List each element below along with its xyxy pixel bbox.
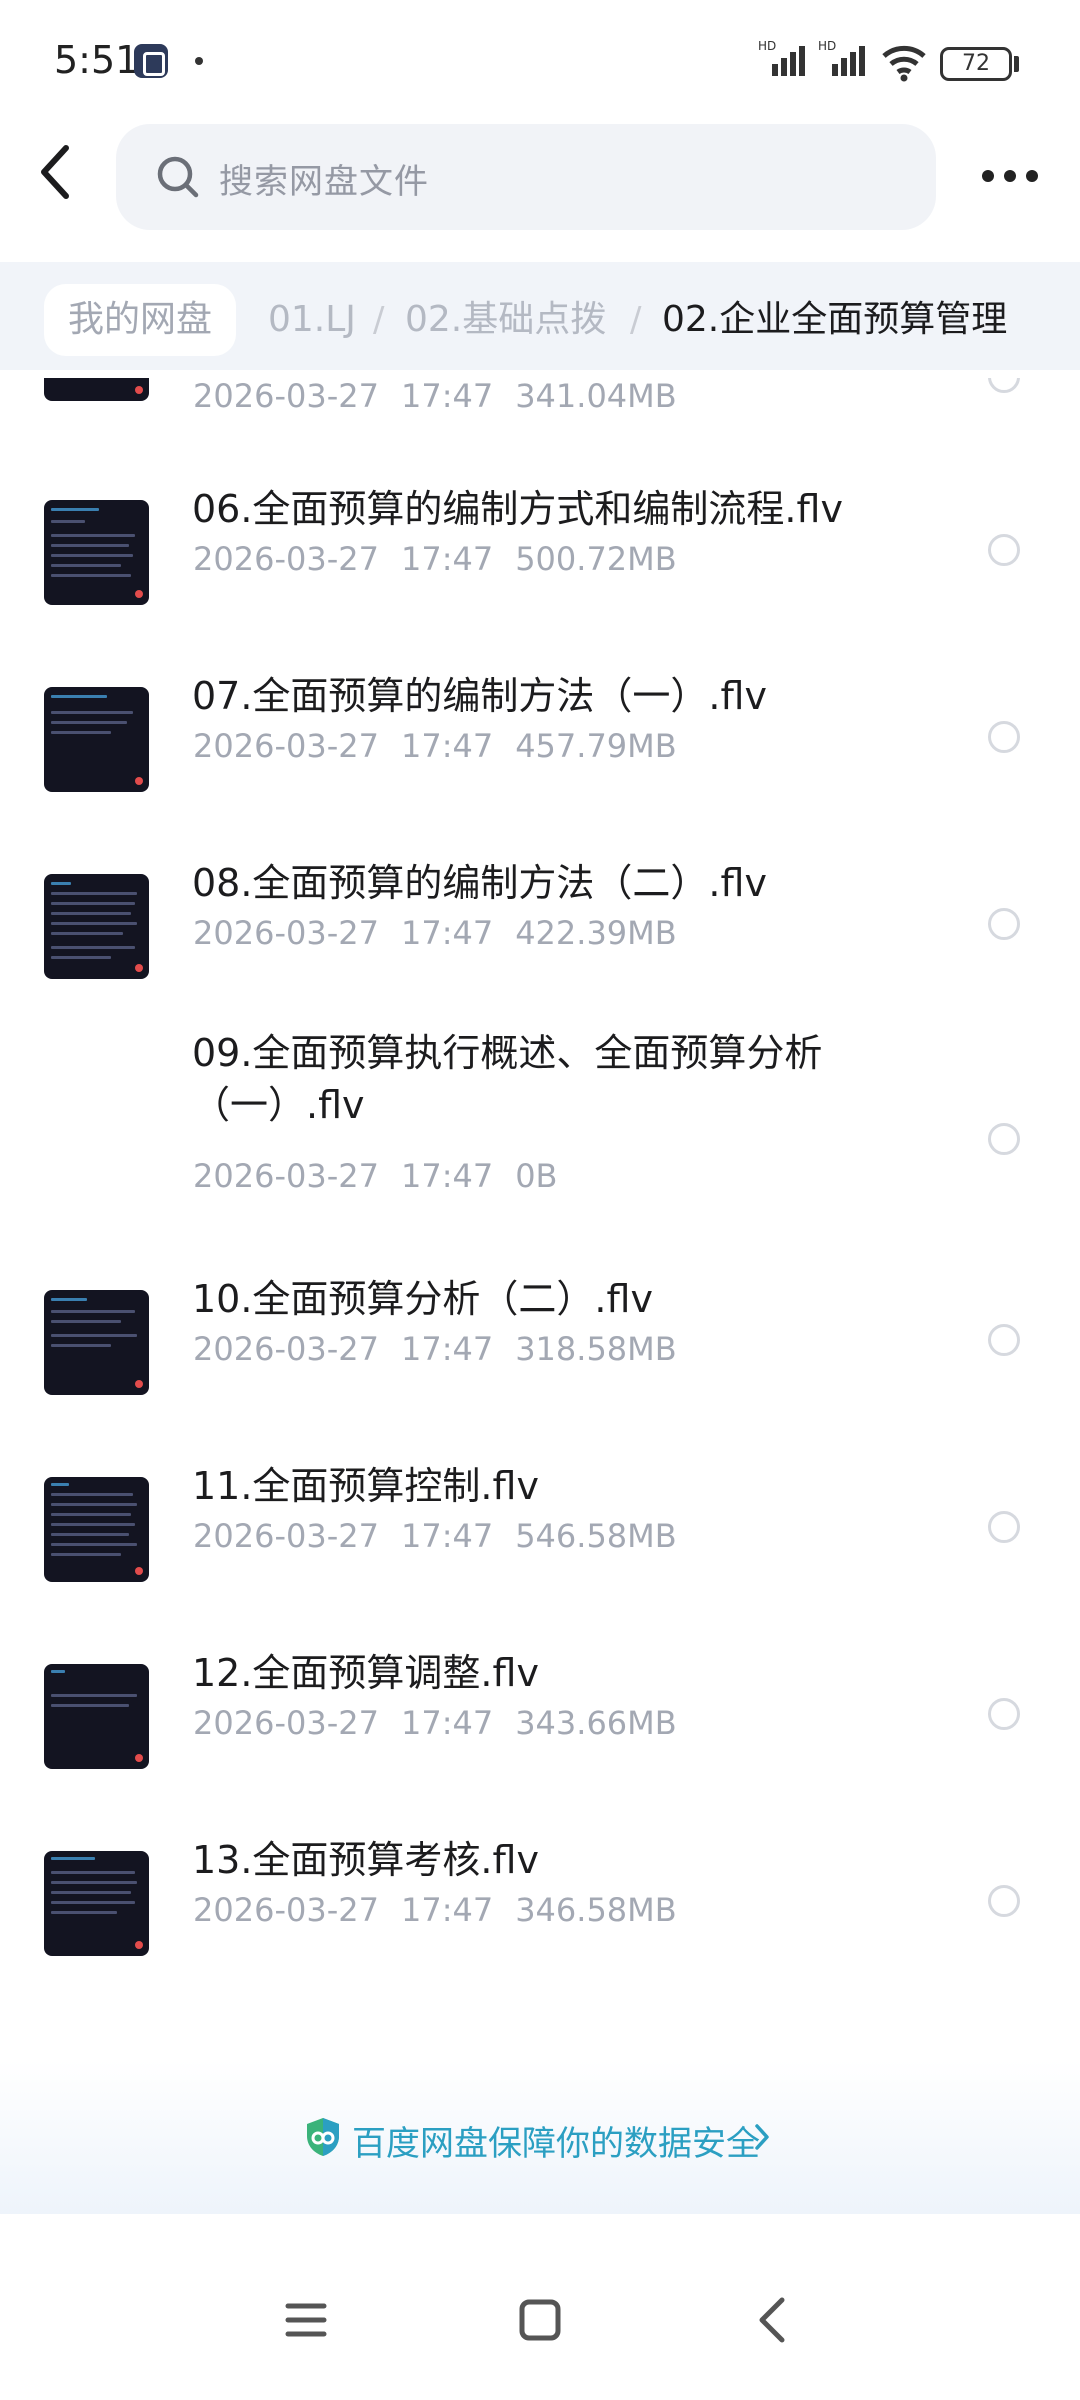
select-radio[interactable] [988,534,1020,566]
video-thumbnail [44,1477,149,1582]
list-item[interactable]: 06.全面预算的编制方式和编制流程.flv 2026-03-27 17:47 500… [0,448,1080,634]
file-list: 2026-03-27 17:47 341.04MB 06.全面预算的编制方式和编制流… [0,378,1080,2038]
select-radio[interactable] [988,378,1020,393]
video-thumbnail [44,1664,149,1769]
home-button[interactable] [500,2280,580,2360]
file-meta: 2026-03-27 17:47 546.58MB [193,1517,677,1555]
file-name: 10.全面预算分析（二）.flv [192,1277,653,1321]
status-time: 5:51 [54,38,140,82]
select-radio[interactable] [988,1511,1020,1543]
battery-cap [1014,56,1019,72]
notification-app-icon [134,44,168,78]
file-name: 13.全面预算考核.flv [192,1838,539,1882]
list-item[interactable]: 12.全面预算调整.flv 2026-03-27 17:47 343.66MB [0,1622,1080,1808]
search-icon [157,156,199,198]
video-thumbnail [44,500,149,605]
select-radio[interactable] [988,1885,1020,1917]
select-radio[interactable] [988,1324,1020,1356]
search-placeholder: 搜索网盘文件 [219,162,429,202]
battery-level: 72 [962,51,990,76]
video-thumbnail [44,874,149,979]
file-name: 12.全面预算调整.flv [192,1651,539,1695]
system-nav-bar [0,2240,1080,2400]
signal-icon-2: HD [818,39,865,76]
breadcrumb-item-basics[interactable]: 02.基础点拨 [405,284,606,356]
file-meta: 2026-03-27 17:47 341.04MB [193,378,677,415]
breadcrumb-separator: / [630,300,642,340]
more-icon-dot [1004,170,1016,182]
svg-text:HD: HD [818,39,836,53]
notification-dot-icon [195,57,203,65]
file-meta: 2026-03-27 17:47 318.58MB [193,1330,677,1368]
file-name: 11.全面预算控制.flv [192,1464,539,1508]
security-text: 百度网盘保障你的数据安全 [352,2124,760,2164]
back-icon [41,145,69,199]
file-name: 07.全面预算的编制方法（一）.flv [192,674,767,718]
search-input[interactable]: 搜索网盘文件 [116,124,936,230]
more-icon-dot [1026,170,1038,182]
list-item[interactable]: 07.全面预算的编制方法（一）.flv 2026-03-27 17:47 457.7… [0,635,1080,821]
home-icon [519,2299,561,2341]
back-button[interactable] [36,142,96,212]
select-radio[interactable] [988,1698,1020,1730]
battery-icon: 72 [940,47,1012,81]
list-item[interactable]: 09.全面预算执行概述、全面预算分析（一）.flv 2026-03-27 17:4… [0,1009,1080,1247]
file-meta: 2026-03-27 17:47 0B [193,1157,558,1195]
breadcrumb-separator: / [373,300,385,340]
signal-icon: HD [758,39,805,76]
more-button[interactable] [974,150,1046,200]
svg-text:HD: HD [758,39,776,53]
video-thumbnail [44,378,149,401]
video-thumbnail [44,687,149,792]
file-meta: 2026-03-27 17:47 346.58MB [193,1891,677,1929]
breadcrumb-item-root[interactable]: 我的网盘 [44,284,237,356]
file-meta: 2026-03-27 17:47 343.66MB [193,1704,677,1742]
status-bar: 5:51 HD HD 72 [0,0,1080,120]
select-radio[interactable] [988,908,1020,940]
list-item[interactable]: 13.全面预算考核.flv 2026-03-27 17:47 346.58MB [0,1809,1080,1995]
select-radio[interactable] [988,721,1020,753]
list-item[interactable]: 08.全面预算的编制方法（二）.flv 2026-03-27 17:47 422.3… [0,822,1080,1008]
nav-back-button[interactable] [734,2280,814,2360]
file-meta: 2026-03-27 17:47 457.79MB [193,727,677,765]
file-name: 06.全面预算的编制方式和编制流程.flv [192,487,843,531]
file-name: 08.全面预算的编制方法（二）.flv [192,861,767,905]
file-meta: 2026-03-27 17:47 500.72MB [193,540,677,578]
breadcrumb-item-lj[interactable]: 01.LJ [268,284,356,356]
file-name: 09.全面预算执行概述、全面预算分析（一）.flv [192,1031,823,1127]
menu-icon [285,2303,327,2337]
video-thumbnail [44,1290,149,1395]
list-item[interactable]: 11.全面预算控制.flv 2026-03-27 17:47 546.58MB [0,1435,1080,1621]
shield-icon [307,2118,339,2156]
security-banner: 百度网盘保障你的数据安全 [0,2060,1080,2214]
chevron-right-icon [755,2124,769,2150]
list-item[interactable]: 10.全面预算分析（二）.flv 2026-03-27 17:47 318.58MB [0,1248,1080,1434]
breadcrumb-item-current: 02.企业全面预算管理 [662,299,1008,340]
breadcrumb: 我的网盘 01.LJ / 02.基础点拨 / 02.企业全面预算管理 [0,262,1080,370]
list-item[interactable]: 2026-03-27 17:47 341.04MB [0,378,1080,438]
more-icon [982,170,994,182]
nav-back-icon [759,2297,785,2343]
select-radio[interactable] [988,1123,1020,1155]
video-thumbnail [44,1851,149,1956]
wifi-icon [882,45,926,82]
file-meta: 2026-03-27 17:47 422.39MB [193,914,677,952]
menu-button[interactable] [266,2280,346,2360]
